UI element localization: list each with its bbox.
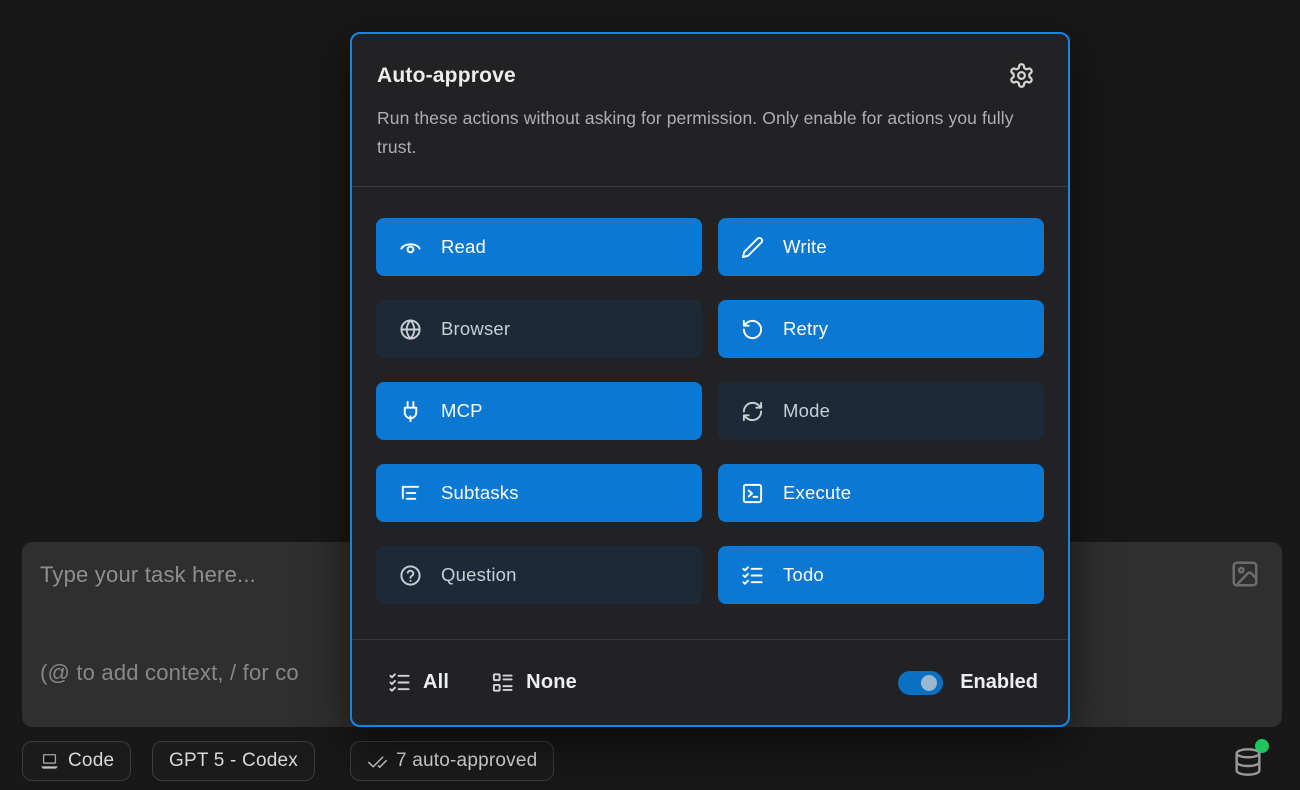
action-tile-mode[interactable]: Mode <box>718 382 1044 440</box>
enabled-label: Enabled <box>960 671 1038 694</box>
sync-icon <box>741 400 764 423</box>
action-tile-execute[interactable]: Execute <box>718 464 1044 522</box>
auto-approved-count-button[interactable]: 7 auto-approved <box>350 741 554 781</box>
auto-approve-grid: Read Write Browser Retry MCP Mode Subtas… <box>376 218 1044 604</box>
laptop-icon <box>39 751 60 772</box>
layout-list-icon <box>491 671 514 694</box>
plug-icon <box>399 400 422 423</box>
gear-icon <box>1008 62 1035 89</box>
select-none-label: None <box>526 671 577 694</box>
action-tile-todo[interactable]: Todo <box>718 546 1044 604</box>
modal-header: Auto-approve Run these actions without a… <box>352 34 1068 187</box>
select-all-label: All <box>423 671 449 694</box>
checklist-icon <box>741 564 764 587</box>
settings-button[interactable] <box>1008 62 1035 89</box>
online-status-dot <box>1255 739 1269 753</box>
image-icon <box>1230 559 1260 589</box>
model-selector-label: GPT 5 - Codex <box>169 750 298 772</box>
action-tile-mcp[interactable]: MCP <box>376 382 702 440</box>
eye-icon <box>399 236 422 259</box>
list-tree-icon <box>399 482 422 505</box>
question-icon <box>399 564 422 587</box>
action-tile-question[interactable]: Question <box>376 546 702 604</box>
task-input-placeholder: Type your task here... <box>40 562 256 588</box>
action-tile-write[interactable]: Write <box>718 218 1044 276</box>
action-tile-retry[interactable]: Retry <box>718 300 1044 358</box>
rotate-ccw-icon <box>741 318 764 341</box>
mode-selector-button[interactable]: Code <box>22 741 131 781</box>
action-tile-subtasks[interactable]: Subtasks <box>376 464 702 522</box>
modal-footer: All None Enabled <box>352 639 1068 725</box>
enabled-toggle[interactable] <box>898 671 943 695</box>
action-tile-read[interactable]: Read <box>376 218 702 276</box>
attach-image-button[interactable] <box>1230 559 1260 589</box>
auto-approved-label: 7 auto-approved <box>396 750 537 772</box>
pencil-icon <box>741 236 764 259</box>
modal-description: Run these actions without asking for per… <box>377 104 1032 162</box>
select-none-button[interactable]: None <box>491 671 577 694</box>
checklist-icon <box>388 671 411 694</box>
mode-selector-label: Code <box>68 750 114 772</box>
select-all-button[interactable]: All <box>388 671 449 694</box>
database-status-button[interactable] <box>1232 744 1266 780</box>
double-check-icon <box>367 751 388 772</box>
terminal-icon <box>741 482 764 505</box>
globe-icon <box>399 318 422 341</box>
task-input-hint: (@ to add context, / for co <box>40 660 299 686</box>
model-selector-button[interactable]: GPT 5 - Codex <box>152 741 315 781</box>
action-tile-browser[interactable]: Browser <box>376 300 702 358</box>
auto-approve-modal: Auto-approve Run these actions without a… <box>350 32 1070 727</box>
toggle-knob <box>921 675 937 691</box>
modal-title: Auto-approve <box>377 64 516 88</box>
